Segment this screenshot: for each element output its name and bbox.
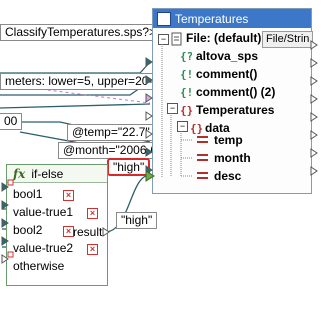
if-else-ports [1,179,110,264]
high-result-value: "high" [116,212,158,229]
processing-instruction-value: ClassifyTemperatures.sps?> [0,24,162,41]
temp-attribute-value: @temp="22.7" [67,124,155,141]
component-ports [145,40,318,182]
parameters-comment-value: meters: lower=5, upper=20--> [0,73,169,90]
left-value-label: 00 [0,113,23,130]
